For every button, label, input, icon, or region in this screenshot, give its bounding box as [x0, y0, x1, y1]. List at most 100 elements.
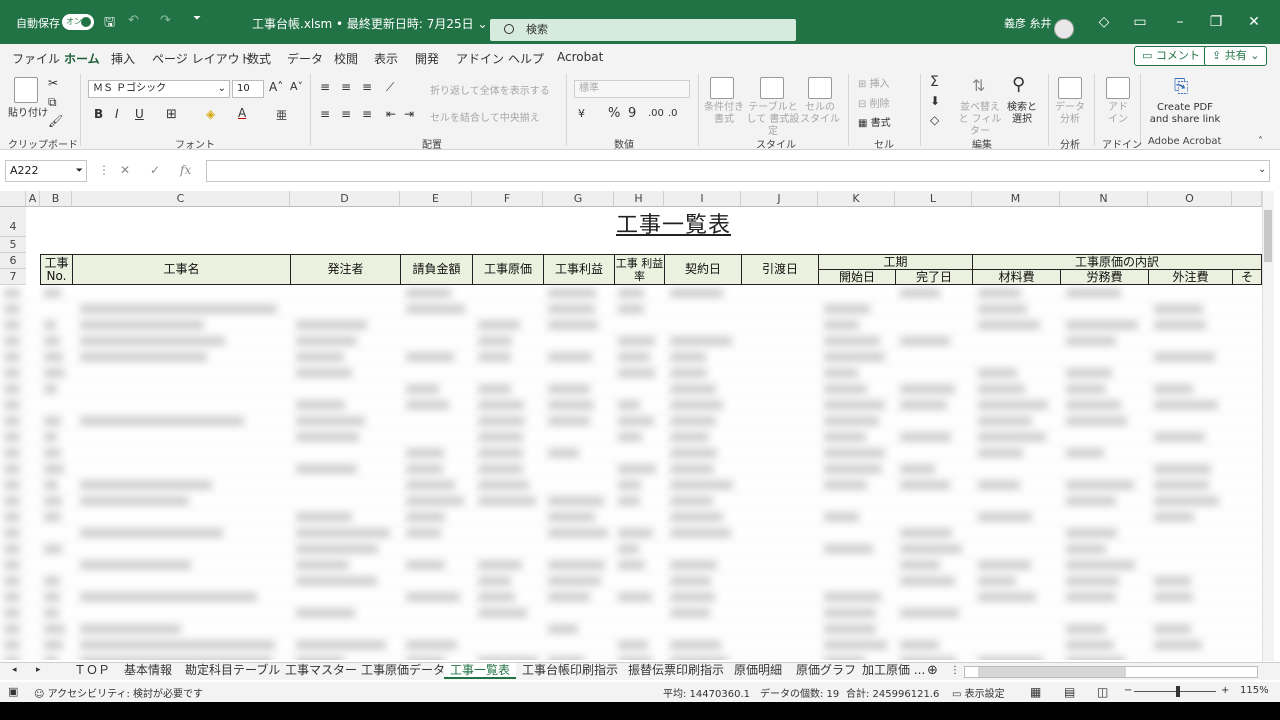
header-material[interactable]: 材料費	[972, 269, 1061, 285]
data-analysis-icon[interactable]	[1058, 77, 1082, 99]
align-top-icon[interactable]: ≡	[320, 80, 330, 94]
font-color-icon[interactable]: A	[238, 106, 246, 120]
align-left-icon[interactable]: ≡	[320, 107, 330, 121]
sort-filter-icon[interactable]: ⇅	[972, 76, 985, 95]
header-delivery-date[interactable]: 引渡日	[741, 254, 819, 285]
header-outsourcing[interactable]: 外注費	[1148, 269, 1233, 285]
row-header[interactable]: 4	[0, 207, 26, 237]
header-period[interactable]: 工期	[818, 254, 973, 270]
sheet-tab-cost-detail[interactable]: 原価明細	[734, 663, 782, 679]
row-header[interactable]: 5	[0, 237, 26, 253]
tab-home[interactable]: ホーム	[64, 50, 100, 73]
column-header[interactable]: K	[818, 191, 895, 207]
sheet-tab-processing-cost[interactable]: 加工原価 ...	[862, 663, 925, 679]
header-client[interactable]: 発注者	[290, 254, 401, 285]
format-cells-button[interactable]: ▦ 書式	[858, 114, 891, 129]
borders-icon[interactable]: ⊞	[166, 107, 177, 122]
column-header[interactable]: I	[664, 191, 741, 207]
cut-icon[interactable]: ✂	[48, 76, 58, 90]
share-button[interactable]: ⇪ 共有 ⌄	[1204, 46, 1268, 66]
prev-sheet-icon[interactable]: ◂	[12, 663, 17, 679]
header-koji-name[interactable]: 工事名	[72, 254, 291, 285]
comma-style-icon[interactable]: 9	[628, 106, 636, 121]
font-name-select[interactable]: ＭＳ Ｐゴシック ⌄	[88, 80, 230, 98]
zoom-in-icon[interactable]: +	[1221, 685, 1229, 696]
conditional-format-icon[interactable]	[710, 77, 734, 99]
delete-cells-button[interactable]: ⊟ 削除	[858, 95, 890, 110]
font-size-select[interactable]: 10	[232, 80, 264, 98]
column-header[interactable]: E	[400, 191, 472, 207]
insert-function-icon[interactable]: fx	[180, 163, 191, 177]
select-all-corner[interactable]	[0, 191, 26, 207]
addin-icon[interactable]	[1106, 77, 1130, 99]
undo-icon[interactable]: ↶	[128, 13, 139, 28]
sheet-tab-account-table[interactable]: 勘定科目テーブル	[185, 663, 280, 679]
column-header[interactable]	[1232, 191, 1262, 207]
percent-icon[interactable]: %	[608, 106, 620, 121]
horizontal-scroll-thumb[interactable]	[978, 667, 1126, 677]
autosum-icon[interactable]: Σ	[930, 74, 939, 90]
macro-record-icon[interactable]: ▣	[8, 685, 18, 698]
column-header[interactable]: O	[1148, 191, 1232, 207]
vertical-scroll-thumb[interactable]	[1264, 210, 1272, 262]
close-icon[interactable]: ✕	[1244, 14, 1264, 30]
column-header[interactable]: L	[895, 191, 972, 207]
align-bottom-icon[interactable]: ≡	[362, 80, 372, 94]
grow-font-icon[interactable]: A˄	[269, 80, 283, 94]
column-header[interactable]: D	[290, 191, 400, 207]
page-break-view-icon[interactable]: ◫	[1097, 685, 1108, 699]
sheet-tab-top[interactable]: ＴＯＰ	[74, 663, 110, 679]
tab-formulas[interactable]: 数式	[247, 50, 271, 67]
bold-icon[interactable]: B	[94, 107, 103, 121]
document-title[interactable]: 工事台帳.xlsm • 最終更新日時: 7月25日 ⌄	[252, 15, 488, 32]
more-options-icon[interactable]: ⋮	[950, 663, 960, 679]
sheet-tab-cost-data[interactable]: 工事原価データ	[361, 663, 445, 679]
fill-icon[interactable]: ⬇	[930, 94, 940, 108]
insert-cells-button[interactable]: ⊞ 挿入	[858, 75, 890, 90]
ribbon-display-icon[interactable]: ▭	[1130, 14, 1150, 30]
header-contract-amount[interactable]: 請負金額	[400, 254, 473, 285]
tab-addins[interactable]: アドイン	[456, 50, 504, 67]
decrease-indent-icon[interactable]: ⇤	[386, 107, 396, 121]
increase-decimal-icon[interactable]: .00	[648, 108, 664, 119]
shrink-font-icon[interactable]: A˅	[290, 80, 303, 93]
format-as-table-button[interactable]: テーブルとして 書式設定	[746, 102, 800, 138]
qat-customize-icon[interactable]: ⏷	[193, 13, 201, 24]
collapse-ribbon-icon[interactable]: ˄	[1258, 136, 1263, 147]
cell-styles-icon[interactable]	[808, 77, 832, 99]
cancel-entry-icon[interactable]: ✕	[120, 163, 130, 177]
sheet-tab-basic-info[interactable]: 基本情報	[124, 663, 172, 679]
cell-styles-button[interactable]: セルの スタイル	[800, 102, 840, 126]
format-as-table-icon[interactable]	[760, 77, 784, 99]
increase-indent-icon[interactable]: ⇥	[404, 107, 414, 121]
tab-help[interactable]: ヘルプ	[508, 50, 544, 67]
italic-icon[interactable]: I	[115, 107, 119, 121]
currency-icon[interactable]: ¥	[578, 107, 585, 120]
format-painter-icon[interactable]: 🖌	[48, 114, 63, 128]
header-start-date[interactable]: 開始日	[818, 269, 896, 285]
conditional-format-button[interactable]: 条件付き 書式	[704, 102, 744, 126]
header-profit-rate[interactable]: 工事 利益率	[614, 254, 665, 285]
tab-developer[interactable]: 開発	[415, 50, 439, 67]
save-icon[interactable]: 🖫	[104, 13, 115, 35]
sheet-tab-ledger-print[interactable]: 工事台帳印刷指示	[522, 663, 618, 679]
avatar[interactable]	[1054, 19, 1074, 39]
column-header[interactable]: A	[26, 191, 40, 207]
header-end-date[interactable]: 完了日	[895, 269, 973, 285]
user-name[interactable]: 義彦 糸井	[1004, 15, 1052, 31]
accessibility-status[interactable]: ☺ アクセシビリティ: 検討が必要です	[34, 685, 203, 700]
header-profit[interactable]: 工事利益	[543, 254, 615, 285]
add-sheet-icon[interactable]: ⊕	[927, 663, 938, 679]
zoom-out-icon[interactable]: −	[1124, 685, 1132, 696]
addin-button[interactable]: アド イン	[1102, 102, 1134, 126]
sheet-tab-voucher-print[interactable]: 振替伝票印刷指示	[628, 663, 724, 679]
phonetic-icon[interactable]: 亜	[276, 107, 287, 123]
find-search-icon[interactable]: ⚲	[1012, 74, 1025, 95]
tab-view[interactable]: 表示	[374, 50, 398, 67]
redo-icon[interactable]: ↷	[160, 13, 171, 28]
search-box[interactable]: 検索	[490, 19, 796, 41]
zoom-slider-thumb[interactable]	[1176, 686, 1180, 697]
column-header[interactable]: C	[72, 191, 290, 207]
normal-view-icon[interactable]: ▦	[1030, 685, 1041, 699]
merge-center-button[interactable]: セルを結合して中央揃え	[430, 109, 540, 124]
